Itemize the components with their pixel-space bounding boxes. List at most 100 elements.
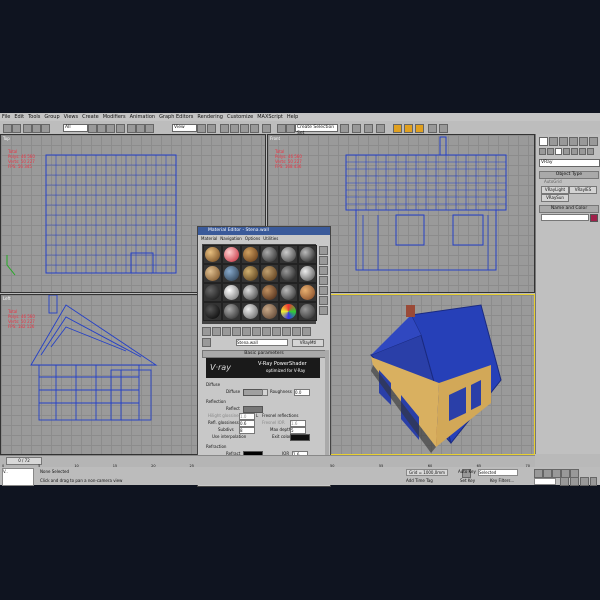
sample-type-icon[interactable] <box>319 246 328 255</box>
select-move-icon[interactable] <box>127 124 136 133</box>
shapes-icon[interactable] <box>547 148 554 155</box>
max-depth-field[interactable]: 5 <box>290 427 306 434</box>
key-filters-button[interactable]: Key Filters... <box>490 478 514 483</box>
set-key-button[interactable]: Set Key <box>460 478 475 483</box>
menu-views[interactable]: Views <box>62 114 80 120</box>
put-to-scene-icon[interactable] <box>212 327 221 336</box>
zoom-icon[interactable] <box>560 477 569 486</box>
sample-slot[interactable] <box>260 283 279 302</box>
diffuse-color-swatch[interactable] <box>243 389 263 396</box>
cameras-icon[interactable] <box>563 148 570 155</box>
autogrid-checkbox[interactable]: AutoGrid <box>544 179 562 184</box>
menu-create[interactable]: Create <box>80 114 101 120</box>
viewport-left[interactable]: Left Total Polys: 46 560 Verts: 50 227 F… <box>0 294 198 455</box>
sample-slot[interactable] <box>298 245 317 264</box>
helpers-icon[interactable] <box>571 148 578 155</box>
menu-file[interactable]: File <box>0 114 12 120</box>
light-type-dropdown[interactable]: VRay <box>539 159 600 167</box>
basic-parameters-rollout[interactable]: Basic parameters <box>202 350 326 358</box>
background-icon[interactable] <box>319 266 328 275</box>
reset-map-icon[interactable] <box>232 327 241 336</box>
show-end-result-icon[interactable] <box>282 327 291 336</box>
modify-tab-icon[interactable] <box>549 137 558 146</box>
sample-slot[interactable] <box>241 283 260 302</box>
add-time-tag[interactable]: Add Time Tag <box>406 478 433 483</box>
sample-slot[interactable] <box>260 264 279 283</box>
bind-space-warp-icon[interactable] <box>41 124 50 133</box>
menu-graph-editors[interactable]: Graph Editors <box>157 114 195 120</box>
sample-slot[interactable] <box>279 264 298 283</box>
snaps-toggle-icon[interactable] <box>220 124 229 133</box>
diffuse-map-button[interactable] <box>262 389 268 396</box>
show-map-in-viewport-icon[interactable] <box>272 327 281 336</box>
utilities-tab-icon[interactable] <box>589 137 598 146</box>
select-scale-icon[interactable] <box>145 124 154 133</box>
select-rotate-icon[interactable] <box>136 124 145 133</box>
material-id-icon[interactable] <box>262 327 271 336</box>
sample-slot[interactable] <box>222 302 241 321</box>
sample-slot[interactable] <box>203 245 222 264</box>
key-selection-dropdown[interactable]: Selected <box>478 469 518 476</box>
exit-color-swatch[interactable] <box>290 434 310 441</box>
object-color-swatch[interactable] <box>590 214 598 222</box>
redo-icon[interactable] <box>12 124 21 133</box>
reflect-color-swatch[interactable] <box>243 406 263 413</box>
sample-slot[interactable] <box>298 302 317 321</box>
viewport-perspective[interactable] <box>330 294 535 455</box>
material-name-field[interactable]: Stena.wall <box>236 339 288 346</box>
fresnel-checkbox-label[interactable]: Fresnel reflections <box>262 413 298 418</box>
menu-customize[interactable]: Customize <box>225 114 255 120</box>
sample-slot[interactable] <box>241 302 260 321</box>
menu-edit[interactable]: Edit <box>12 114 26 120</box>
backlight-icon[interactable] <box>319 256 328 265</box>
curve-editor-icon[interactable] <box>352 124 361 133</box>
menu-maxscript[interactable]: MAXScript <box>255 114 285 120</box>
menu-help[interactable]: Help <box>285 114 300 120</box>
layer-manager-icon[interactable] <box>340 124 349 133</box>
spacewarps-icon[interactable] <box>579 148 586 155</box>
sample-slot[interactable] <box>279 283 298 302</box>
undo-icon[interactable] <box>3 124 12 133</box>
refl-glossiness-field[interactable]: 0.6 <box>239 420 255 427</box>
lights-icon[interactable] <box>555 148 562 155</box>
display-tab-icon[interactable] <box>579 137 588 146</box>
pick-material-icon[interactable] <box>202 338 211 347</box>
assign-to-selection-icon[interactable] <box>222 327 231 336</box>
sample-slot[interactable] <box>260 245 279 264</box>
pivot-center-icon[interactable] <box>197 124 206 133</box>
angle-snap-icon[interactable] <box>230 124 239 133</box>
options-icon[interactable] <box>319 306 328 315</box>
render-setup-icon[interactable] <box>393 124 402 133</box>
vray-toolbar-icon[interactable] <box>439 124 448 133</box>
vraysun-button[interactable]: VRaySun <box>541 194 569 202</box>
sample-slot[interactable] <box>203 264 222 283</box>
sample-slot[interactable] <box>260 302 279 321</box>
select-manipulate-icon[interactable] <box>207 124 216 133</box>
systems-icon[interactable] <box>587 148 594 155</box>
material-type-button[interactable]: VRayMtl <box>292 339 324 347</box>
percent-snap-icon[interactable] <box>240 124 249 133</box>
sample-slot[interactable] <box>203 283 222 302</box>
current-frame-field[interactable] <box>534 478 556 485</box>
schematic-view-icon[interactable] <box>364 124 373 133</box>
video-color-check-icon[interactable] <box>319 286 328 295</box>
previous-frame-icon[interactable] <box>543 469 552 478</box>
use-interpolation-label[interactable]: Use interpolation <box>212 434 246 439</box>
menu-group[interactable]: Group <box>42 114 61 120</box>
menu-material[interactable]: Material <box>201 235 217 242</box>
orbit-icon[interactable] <box>580 477 589 486</box>
selection-filter-dropdown[interactable]: All <box>63 124 88 132</box>
menu-options[interactable]: Options <box>245 235 260 242</box>
get-material-icon[interactable] <box>202 327 211 336</box>
spinner-snap-icon[interactable] <box>250 124 259 133</box>
window-crossing-icon[interactable] <box>116 124 125 133</box>
auto-key-button[interactable]: Auto Key <box>458 469 476 474</box>
menu-modifiers[interactable]: Modifiers <box>101 114 128 120</box>
sample-slot[interactable] <box>222 245 241 264</box>
sample-slot[interactable] <box>222 283 241 302</box>
hierarchy-tab-icon[interactable] <box>559 137 568 146</box>
vray-frame-buffer-icon[interactable] <box>428 124 437 133</box>
mirror-icon[interactable] <box>277 124 286 133</box>
sample-slot[interactable] <box>279 302 298 321</box>
geometry-icon[interactable] <box>539 148 546 155</box>
